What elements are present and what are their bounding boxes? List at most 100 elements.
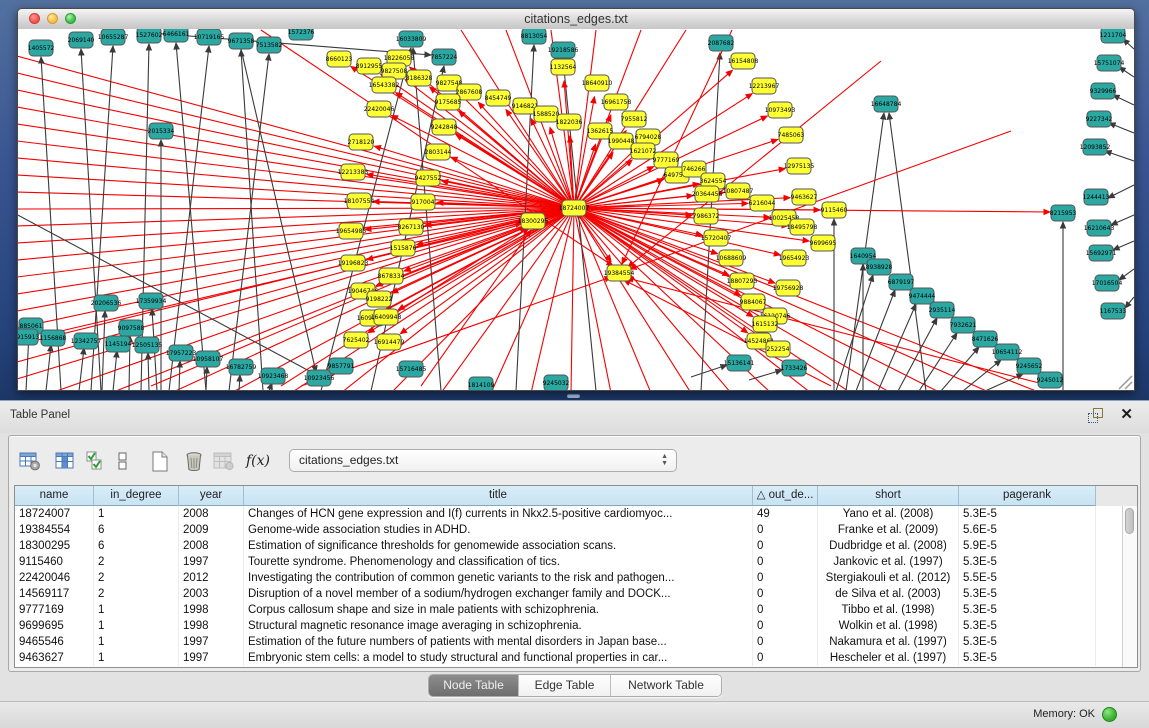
delete-table-button[interactable]: [181, 449, 207, 473]
network-view-window[interactable]: citations_edges.txt 14055722069140106552…: [17, 8, 1135, 391]
import-table-button[interactable]: [211, 449, 237, 473]
cell-pagerank: 5.3E-5: [959, 506, 1096, 522]
graph-edge[interactable]: [18, 56, 574, 208]
cell-pagerank: 5.3E-5: [959, 586, 1096, 602]
graph-node-label: 1990448: [608, 138, 635, 145]
tab-edge-table[interactable]: Edge Table: [519, 675, 611, 696]
table-row[interactable]: 946554611997Estimation of the future num…: [15, 634, 1137, 650]
graph-node-label: 19654985: [336, 228, 367, 235]
graph-node-label: 19756928: [773, 285, 804, 292]
graph-edge[interactable]: [1108, 185, 1134, 198]
network-window-titlebar[interactable]: citations_edges.txt: [18, 9, 1134, 30]
table-row[interactable]: 2242004622012Investigating the contribut…: [15, 570, 1137, 586]
table-row[interactable]: 1830029562008Estimation of significance …: [15, 538, 1137, 554]
tab-node-table[interactable]: Node Table: [429, 675, 519, 696]
graph-node-label: 8215953: [1050, 210, 1077, 217]
table-row[interactable]: 911546021997Tourette syndrome. Phenomeno…: [15, 554, 1137, 570]
graph-edge[interactable]: [1119, 269, 1134, 280]
cell-short: Stergiakouli et al. (2012): [818, 570, 959, 586]
close-panel-icon[interactable]: ✕: [1120, 405, 1133, 425]
graph-edge[interactable]: [856, 290, 895, 390]
graph-edge[interactable]: [1105, 151, 1134, 161]
graph-edge[interactable]: [749, 370, 782, 380]
graph-node-label: 19196823: [338, 260, 369, 267]
graph-edge[interactable]: [46, 345, 51, 390]
table-chooser-dropdown[interactable]: citations_edges.txt ▲▼: [289, 449, 677, 472]
graph-edge[interactable]: [229, 54, 269, 390]
graph-edge[interactable]: [571, 208, 574, 390]
graph-edge[interactable]: [1113, 95, 1134, 105]
column-header-year[interactable]: year: [179, 486, 244, 506]
graph-edge[interactable]: [1111, 215, 1134, 225]
table-vertical-scrollbar[interactable]: [1122, 506, 1137, 667]
cell-short: Franke et al. (2009): [818, 522, 959, 538]
graph-node-label: 1572376: [288, 29, 315, 36]
table-row[interactable]: 1872400712008Changes of HCN gene express…: [15, 506, 1137, 522]
graph-edge[interactable]: [102, 311, 105, 390]
table-row[interactable]: 969969511998Structural magnetic resonanc…: [15, 618, 1137, 634]
table-type-tabs: Node TableEdge TableNetwork Table: [428, 674, 722, 697]
column-header-name[interactable]: name: [15, 486, 94, 506]
graph-edge[interactable]: [985, 374, 1023, 390]
show-columns-button[interactable]: [52, 449, 78, 473]
graph-node-label: 252254: [767, 346, 790, 353]
graph-node-label: 10923456: [304, 375, 335, 382]
table-row[interactable]: 946362711997Embryonic stem cells: a mode…: [15, 650, 1137, 666]
graph-edge[interactable]: [176, 43, 206, 390]
panel-splitter-handle[interactable]: [567, 394, 580, 398]
graph-edge[interactable]: [18, 90, 574, 208]
column-header-short[interactable]: short: [818, 486, 959, 506]
graph-edge[interactable]: [206, 367, 207, 390]
cell-title: Estimation of the future numbers of pati…: [244, 634, 753, 650]
cell-pagerank: 5.5E-5: [959, 570, 1096, 586]
scrollbar-thumb[interactable]: [1125, 508, 1134, 534]
graph-edge[interactable]: [241, 50, 263, 390]
graph-node-label: 9329966: [1090, 88, 1117, 95]
column-header-out_degree[interactable]: △ out_de...: [753, 486, 818, 506]
function-builder-button[interactable]: f(x): [245, 449, 271, 473]
graph-node-label: 12213383: [338, 169, 369, 176]
graph-edge[interactable]: [241, 49, 316, 372]
graph-edge[interactable]: [1113, 241, 1134, 250]
graph-edge[interactable]: [941, 347, 979, 390]
graph-edge[interactable]: [1109, 123, 1134, 133]
graph-node-label: 1515876: [390, 245, 417, 252]
cell-short: Jankovic et al. (1997): [818, 554, 959, 570]
table-row[interactable]: 977716911998Corpus callosum shape and si…: [15, 602, 1137, 618]
cell-pagerank: 5.3E-5: [959, 634, 1096, 650]
graph-edge[interactable]: [18, 141, 574, 208]
graph-node-label: 12213967: [749, 83, 780, 90]
graph-edge[interactable]: [18, 208, 574, 209]
graph-node-label: 12505135: [132, 342, 163, 349]
table-settings-button[interactable]: [17, 449, 43, 473]
table-row[interactable]: 1456911722003Disruption of a novel membe…: [15, 586, 1137, 602]
node-attribute-table[interactable]: namein_degreeyeartitle△ out_de...shortpa…: [14, 485, 1138, 668]
status-bar: Memory: OK: [0, 701, 1149, 728]
cell-out_degree: 49: [753, 506, 818, 522]
column-header-title[interactable]: title: [244, 486, 753, 506]
network-canvas[interactable]: 1405572206914010655287152760264661611071…: [18, 29, 1134, 390]
graph-edge[interactable]: [18, 175, 574, 208]
column-header-in_degree[interactable]: in_degree: [94, 486, 179, 506]
column-header-pagerank[interactable]: pagerank: [959, 486, 1096, 506]
table-row[interactable]: 1938455462009Genome-wide association stu…: [15, 522, 1137, 538]
graph-edge[interactable]: [574, 208, 691, 390]
graph-edge[interactable]: [169, 46, 209, 390]
graph-edge[interactable]: [79, 348, 84, 390]
row-height-button[interactable]: [115, 449, 131, 473]
network-graph[interactable]: 1405572206914010655287152760264661611071…: [18, 29, 1134, 390]
graph-edge[interactable]: [1125, 297, 1134, 308]
cell-in_degree: 6: [94, 538, 179, 554]
memory-status-indicator[interactable]: [1102, 707, 1117, 722]
select-rows-button[interactable]: [85, 449, 105, 473]
graph-node-label: 9227342: [1086, 116, 1113, 123]
cell-out_degree: 0: [753, 554, 818, 570]
graph-node-label: 7485063: [778, 132, 805, 139]
graph-edge[interactable]: [574, 208, 780, 255]
tab-network-table[interactable]: Network Table: [611, 675, 721, 696]
float-panel-icon[interactable]: [1088, 408, 1103, 423]
resize-grip-icon[interactable]: [1119, 376, 1132, 389]
graph-edge[interactable]: [18, 107, 574, 208]
new-table-button[interactable]: [147, 449, 173, 473]
cell-year: 1997: [179, 634, 244, 650]
